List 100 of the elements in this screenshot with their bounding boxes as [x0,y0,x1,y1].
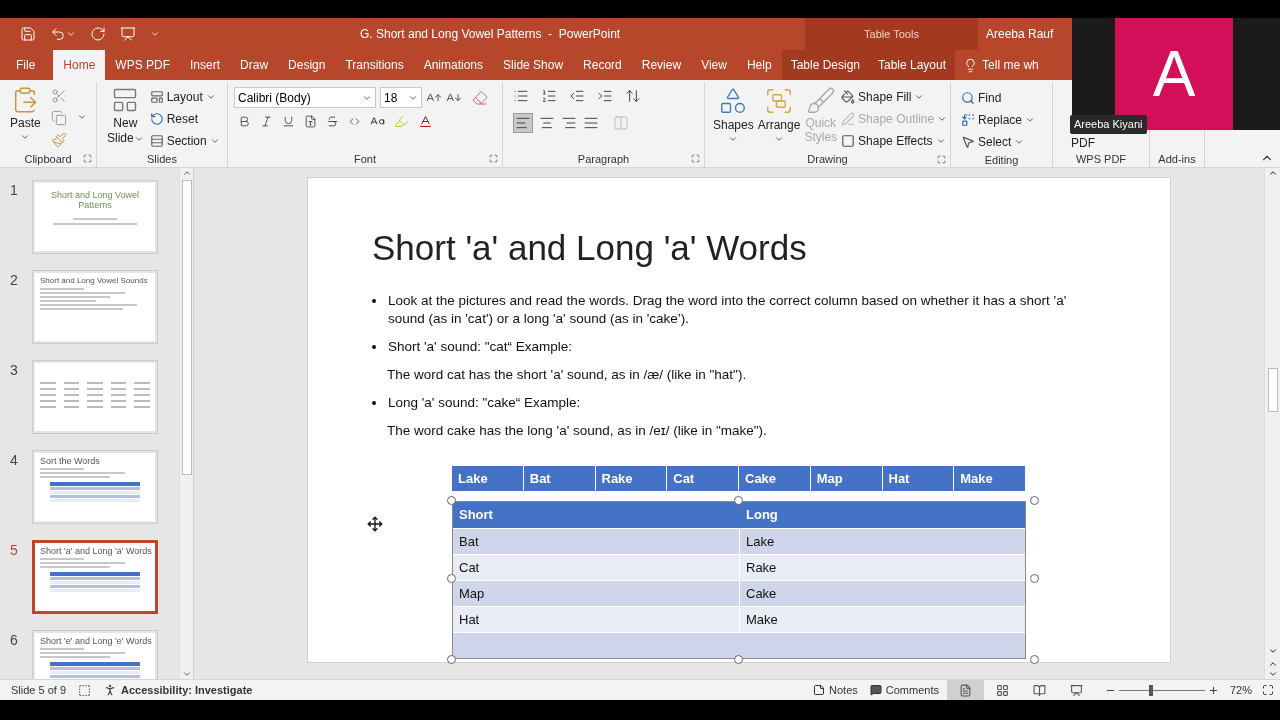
font-size-field[interactable]: 18 [380,87,422,108]
ribbon-tab[interactable]: Help [736,50,782,80]
scrollbar-thumb[interactable] [1267,368,1278,412]
ribbon-tab[interactable]: Insert [180,50,231,80]
scroll-down-icon[interactable] [1267,646,1278,656]
ribbon-tab[interactable]: Transitions [335,50,414,80]
ribbon-tab[interactable]: WPS PDF [105,50,181,80]
dialog-launcher-icon[interactable] [83,154,92,163]
scroll-up-icon[interactable] [181,168,192,178]
selection-handle[interactable] [734,496,743,505]
find-button[interactable]: Find [961,87,1052,108]
font-color-icon[interactable] [418,114,433,129]
word-tile[interactable]: Bat [523,466,596,491]
word-tile[interactable]: Map [810,466,883,491]
arrange-button[interactable]: Arrange [757,86,801,151]
tell-me-field[interactable]: Tell me wh [982,56,1039,74]
ribbon-tab[interactable]: Review [631,50,692,80]
word-tile[interactable]: Hat [882,466,955,491]
ribbon-tab[interactable]: Animations [413,50,494,80]
scroll-down-icon[interactable] [181,669,192,679]
undo-icon[interactable] [50,26,66,42]
selection-handle[interactable] [1030,655,1039,664]
word-tile[interactable]: Cat [667,466,739,491]
start-slideshow-icon[interactable] [120,26,136,42]
view-button[interactable] [947,680,984,700]
selection-handle[interactable] [734,655,743,664]
align-left-icon[interactable] [513,113,533,133]
word-tile[interactable]: Rake [595,466,668,491]
zoom-slider[interactable] [1119,684,1205,696]
clear-formatting-icon[interactable] [472,89,488,106]
line-spacing-icon[interactable] [625,88,641,104]
replace-button[interactable]: Replace [961,109,1052,130]
ribbon-tab[interactable]: Table Layout [869,50,956,80]
selection-handle[interactable] [447,496,456,505]
increase-indent-icon[interactable] [597,88,613,104]
previous-slide-icon[interactable] [1267,659,1278,669]
user-name[interactable]: Areeba Rauf [986,25,1054,43]
paste-button[interactable]: Paste [10,86,41,150]
customize-toolbar-icon[interactable] [150,29,160,39]
slide-thumbnail[interactable]: Short and Long Vowel Sounds [32,270,158,344]
ribbon-tab[interactable]: Home [53,50,106,80]
word-tile[interactable]: Make [954,466,1026,491]
cut-icon[interactable] [50,88,67,104]
format-painter-icon[interactable] [50,132,67,148]
numbering-icon[interactable] [541,88,557,104]
ribbon-tab[interactable]: File [0,50,54,80]
ribbon-tab[interactable]: Design [278,50,336,80]
slide-thumbnail[interactable]: Sort the Words [32,450,158,524]
save-icon[interactable] [20,26,36,42]
reset-button[interactable]: Reset [149,108,220,129]
justify-icon[interactable] [583,115,599,131]
word-tile[interactable]: Cake [739,466,811,491]
decrease-indent-icon[interactable] [569,88,585,104]
new-slide-button[interactable]: New Slide [107,86,144,151]
select-button[interactable]: Select [961,131,1052,152]
shape-option-button[interactable]: Shape Fill [841,86,948,107]
underline-icon[interactable] [282,115,295,128]
shape-option-button[interactable]: Shape Effects [841,130,948,151]
zoom-level[interactable]: 72% [1230,681,1256,699]
dialog-launcher-icon[interactable] [691,154,700,163]
selection-handle[interactable] [447,655,456,664]
font-name-field[interactable]: Calibri (Body) [234,87,376,108]
layout-button[interactable]: Layout [149,86,220,107]
strikethrough-icon[interactable] [326,115,339,128]
align-right-icon[interactable] [561,115,577,131]
word-tile[interactable]: Lake [452,466,524,491]
dialog-launcher-icon[interactable] [489,154,498,163]
scrollbar-thumb[interactable] [181,180,192,475]
selection-handle[interactable] [447,574,456,583]
table-cell[interactable]: Lake [740,529,1025,554]
zoom-in-icon[interactable] [1208,684,1219,696]
section-button[interactable]: Section [149,130,220,151]
spelling-icon[interactable] [78,683,91,697]
table-cell[interactable]: Rake [740,555,1025,580]
fit-to-window-icon[interactable] [1262,684,1274,696]
notes-button[interactable]: Notes [813,681,858,699]
italic-icon[interactable] [260,115,273,128]
shapes-button[interactable]: Shapes [713,86,754,151]
ribbon-tab[interactable]: Record [573,50,632,80]
dialog-launcher-icon[interactable] [937,155,946,164]
slide-thumbnail[interactable]: Short 'e' and Long 'e' Words [32,630,158,679]
redo-icon[interactable] [90,26,106,42]
bullets-icon[interactable] [513,88,529,104]
slide-thumbnail[interactable] [32,360,158,434]
caret-icon[interactable] [66,29,76,39]
bold-icon[interactable] [238,115,251,128]
accessibility-status[interactable]: Accessibility: Investigate [121,681,253,699]
comments-button[interactable]: Comments [869,681,939,699]
slide-thumbnail[interactable]: Short 'a' and Long 'a' Words [32,540,158,614]
table-cell[interactable]: Cake [740,581,1025,606]
ribbon-tab[interactable]: Slide Show [493,50,574,80]
ribbon-tab[interactable]: View [691,50,737,80]
ribbon-tab[interactable]: Table Design [781,50,869,80]
selection-handle[interactable] [1030,574,1039,583]
scroll-up-icon[interactable] [1267,168,1278,178]
ribbon-tab[interactable]: Draw [230,50,279,80]
align-center-icon[interactable] [539,115,555,131]
slide-thumbnail[interactable]: Short and Long Vowel Patterns [32,180,158,254]
selection-handle[interactable] [1030,496,1039,505]
table-cell[interactable]: Make [740,607,1025,632]
